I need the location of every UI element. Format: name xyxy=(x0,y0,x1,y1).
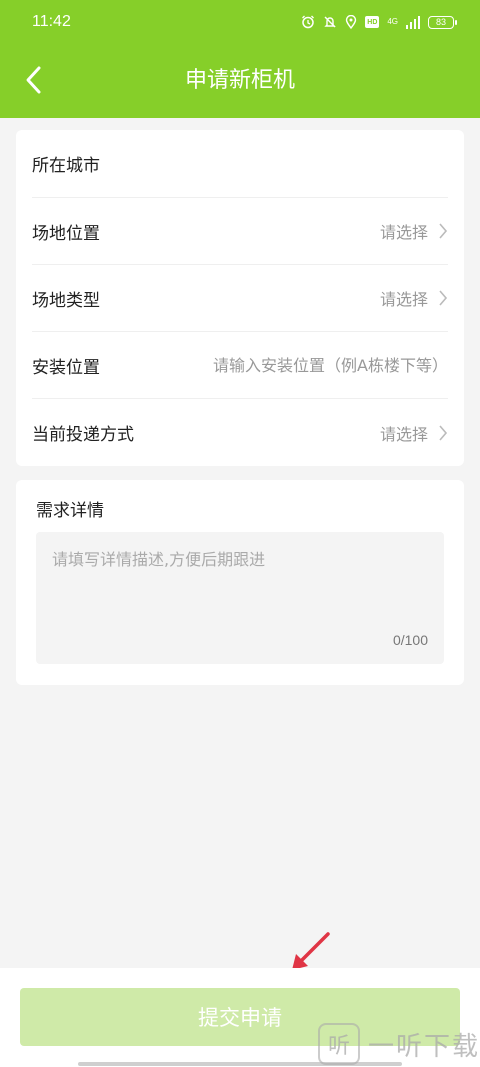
site-type-row[interactable]: 场地类型 请选择 xyxy=(32,265,448,332)
hd-icon: HD xyxy=(365,16,380,28)
site-type-value: 请选择 xyxy=(379,290,428,309)
status-bar: 11:42 HD 4G 83 xyxy=(0,0,480,44)
detail-box: 0/100 xyxy=(36,532,444,664)
chevron-right-icon xyxy=(439,290,448,306)
site-type-label: 场地类型 xyxy=(32,290,100,311)
install-location-row: 安装位置 xyxy=(32,332,448,399)
signal-icon xyxy=(406,15,420,29)
watermark-logo: 听 xyxy=(318,1023,360,1065)
watermark-text: 一听下载 xyxy=(368,1031,480,1062)
chevron-right-icon xyxy=(439,424,448,441)
battery-icon: 83 xyxy=(428,15,457,29)
nav-bar: 申请新柜机 xyxy=(0,44,480,118)
location-value: 请选择 xyxy=(379,223,428,242)
mute-bell-icon xyxy=(324,16,337,28)
char-count: 0/100 xyxy=(392,632,428,648)
status-time: 11:42 xyxy=(32,13,71,30)
detail-card: 需求详情 0/100 xyxy=(16,480,464,685)
install-location-input[interactable] xyxy=(183,355,448,375)
city-label: 所在城市 xyxy=(32,156,100,176)
location-label: 场地位置 xyxy=(32,223,100,244)
battery-level: 83 xyxy=(435,17,446,27)
location-icon xyxy=(346,15,357,29)
watermark: 听 一听下载 xyxy=(318,1022,480,1066)
city-row[interactable]: 所在城市 xyxy=(32,130,448,198)
chevron-right-icon xyxy=(439,223,448,239)
location-row[interactable]: 场地位置 请选择 xyxy=(32,198,448,265)
network-type: 4G xyxy=(387,17,398,26)
status-icons: HD 4G 83 xyxy=(301,15,457,29)
delivery-method-row[interactable]: 当前投递方式 请选择 xyxy=(32,399,448,466)
form-card: 所在城市 场地位置 请选择 场地类型 请选择 安装位置 当前投递方式 请选择 xyxy=(16,130,464,466)
delivery-method-label: 当前投递方式 xyxy=(32,425,134,445)
detail-textarea[interactable] xyxy=(52,546,428,626)
delivery-method-value: 请选择 xyxy=(379,424,428,444)
page-title: 申请新柜机 xyxy=(184,68,295,93)
alarm-icon xyxy=(302,15,315,29)
install-location-label: 安装位置 xyxy=(32,357,100,378)
detail-title: 需求详情 xyxy=(36,501,104,521)
